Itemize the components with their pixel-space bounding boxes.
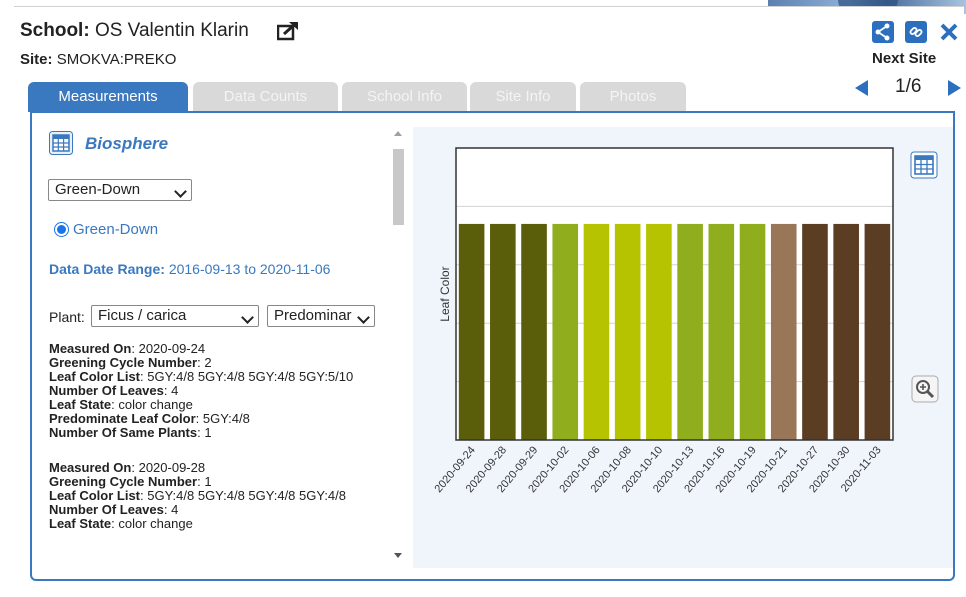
next-site-icon[interactable] [948,80,961,96]
tab-school-info[interactable]: School Info [342,82,467,112]
field-label: Number Of Same Plants [49,425,198,440]
bar [802,223,828,440]
scroll-up-icon[interactable] [394,131,402,136]
record-state: Leaf State: color change [49,397,193,412]
tab-data-counts[interactable]: Data Counts [193,82,338,112]
field-label: Number Of Leaves [49,383,164,398]
radio-label: Green-Down [73,221,159,238]
scroll-down-icon[interactable] [394,553,402,558]
record-measured-on: Measured On: 2020-09-28 [49,460,206,475]
field-label: Leaf State [49,397,112,412]
bar [677,223,703,440]
radio-selected-icon[interactable] [54,222,69,237]
record-cycle: Greening Cycle Number: 2 [49,355,212,370]
field-value: color change [118,516,193,531]
bar [708,223,735,440]
field-value: 5GY:4/8 5GY:4/8 5GY:4/8 5GY:5/10 [147,369,354,384]
plant-select-value: Ficus / carica [98,307,187,324]
next-site-label[interactable]: Next Site [872,50,936,67]
previous-site-icon[interactable] [855,80,868,96]
bar [833,223,859,440]
scrollbar-thumb[interactable] [393,149,404,225]
school-name: OS Valentin Klarin [94,20,249,41]
chevron-down-icon [174,185,187,198]
chevron-down-icon [241,311,254,324]
page-indicator: 1/6 [895,76,922,97]
field-value: 4 [171,383,179,398]
measurements-panel: Biosphere Green-Down Green-Down Data Dat… [30,111,955,581]
date-range: Data Date Range: 2016-09-13 to 2020-11-0… [49,261,330,277]
chevron-down-icon [357,311,370,324]
field-label: Measured On [49,460,132,475]
record-leaves: Number Of Leaves: 4 [49,383,179,398]
field-value: 5GY:4/8 5GY:4/8 5GY:4/8 5GY:4/8 [147,488,347,503]
record-item: Measured On: 2020-09-24 Greening Cycle N… [49,342,379,440]
field-value: 4 [171,502,179,517]
color-mode-select-value: Predominar [274,307,352,324]
record-predominate: Predominate Leaf Color: 5GY:4/8 [49,411,250,426]
link-icon[interactable] [905,21,927,43]
field-label: Greening Cycle Number [49,355,198,370]
tab-measurements[interactable]: Measurements [28,82,188,112]
color-mode-select[interactable]: Predominar [267,305,375,327]
data-list[interactable]: Biosphere Green-Down Green-Down Data Dat… [32,113,412,568]
date-range-label: Data Date Range: [49,261,165,277]
record-measured-on: Measured On: 2020-09-24 [49,341,206,356]
record-state: Leaf State: color change [49,516,193,531]
bar [552,223,579,440]
protocol-select[interactable]: Green-Down [48,179,192,201]
bar [614,223,641,440]
bar [458,223,485,440]
leaf-color-chart: 2020-09-242020-09-282020-09-292020-10-02… [433,147,894,495]
share-icon[interactable] [872,21,894,43]
list-scrollbar[interactable] [390,127,407,567]
field-value: 2 [204,355,212,370]
bar [770,223,797,440]
record-item: Measured On: 2020-09-28 Greening Cycle N… [49,461,379,531]
record-leaves: Number Of Leaves: 4 [49,502,179,517]
field-value: 1 [204,474,212,489]
site-pager: 1/6 [855,76,966,100]
field-value: 1 [204,425,212,440]
record-color-list: Leaf Color List: 5GY:4/8 5GY:4/8 5GY:4/8… [49,369,354,384]
field-label: Predominate Leaf Color [49,411,196,426]
field-label: Greening Cycle Number [49,474,198,489]
close-icon[interactable] [938,21,960,43]
bar [490,223,516,440]
table-icon[interactable] [49,131,73,155]
bar [864,223,891,440]
plant-select[interactable]: Ficus / carica [91,305,259,327]
table-icon[interactable] [910,151,938,179]
field-value: 5GY:4/8 [202,411,250,426]
y-axis-label: Leaf Color [438,266,452,321]
field-label: Leaf Color List [49,488,141,503]
tab-photos[interactable]: Photos [580,82,686,112]
field-label: Number Of Leaves [49,502,164,517]
section-title: Biosphere [85,134,169,153]
bar [739,223,766,440]
record-same-plants: Number Of Same Plants: 1 [49,425,212,440]
bar [646,223,672,440]
field-value: 2020-09-28 [138,460,206,475]
bar [521,223,547,440]
field-value: 2020-09-24 [138,341,206,356]
record-color-list: Leaf Color List: 5GY:4/8 5GY:4/8 5GY:4/8… [49,488,347,503]
plant-label: Plant: [49,309,85,325]
site-label: Site: [20,51,53,68]
field-value: color change [118,397,193,412]
field-label: Measured On [49,341,132,356]
record-cycle: Greening Cycle Number: 1 [49,474,212,489]
date-range-value: 2016-09-13 to 2020-11-06 [168,261,331,277]
field-label: Leaf State [49,516,112,531]
school-label: School: [20,20,90,41]
protocol-select-value: Green-Down [55,181,141,198]
site-title: Site: SMOKVA:PREKO [20,51,176,68]
tab-site-info[interactable]: Site Info [470,82,576,112]
site-name: SMOKVA:PREKO [56,51,177,68]
bar [583,223,610,440]
field-label: Leaf Color List [49,369,141,384]
school-title: School: OS Valentin Klarin [20,20,249,42]
external-link-icon[interactable] [277,21,299,41]
zoom-in-icon[interactable] [911,375,939,403]
